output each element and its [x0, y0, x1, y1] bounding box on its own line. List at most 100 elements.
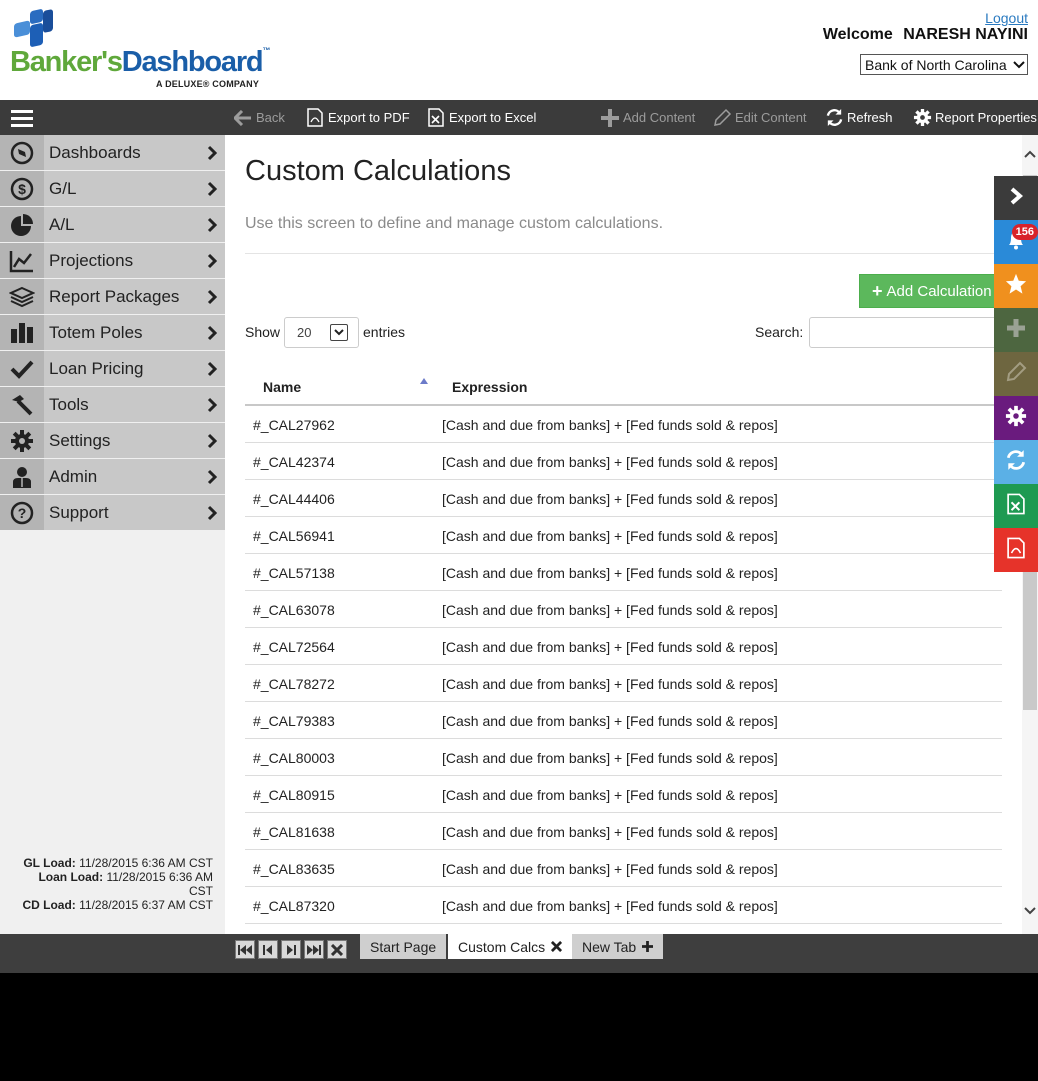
excel-file-icon [1007, 493, 1025, 520]
page-title: Custom Calculations [245, 155, 511, 187]
refresh-icon [1005, 449, 1027, 476]
export-excel-quick-button[interactable] [994, 484, 1038, 528]
chevron-right-icon [207, 289, 218, 305]
bank-select[interactable]: Bank of North Carolina [860, 54, 1028, 75]
refresh-icon [824, 108, 844, 128]
sort-ascending-icon[interactable] [420, 378, 428, 384]
chevron-right-icon [207, 505, 218, 521]
toolbar: Back Export to PDF Export to Excel Add C… [0, 100, 1038, 135]
sidebar-item-support[interactable]: ? Support [0, 495, 225, 530]
search-input[interactable] [809, 317, 1022, 348]
gear-icon [1005, 405, 1027, 432]
table-row[interactable]: #_CAL83635 [Cash and due from banks] + [F… [245, 850, 1002, 887]
arrow-left-icon [233, 108, 253, 128]
search-label: Search: [755, 324, 804, 340]
welcome-message: Welcome NARESH NAYINI [822, 26, 1028, 43]
table-row[interactable]: #_CAL80003 [Cash and due from banks] + [F… [245, 739, 1002, 776]
edit-content-button[interactable]: Edit Content [712, 100, 807, 135]
table-row[interactable]: #_CAL81638 [Cash and due from banks] + [F… [245, 813, 1002, 850]
main-content: Custom Calculations Use this screen to d… [225, 135, 1022, 934]
expand-panel-button[interactable] [994, 176, 1038, 220]
column-header-expression[interactable]: Expression [452, 379, 527, 395]
bank-select-value: Bank of North Carolina [865, 57, 1007, 73]
user-name: NARESH NAYINI [903, 26, 1028, 43]
chevron-right-icon [207, 397, 218, 413]
favorites-button[interactable] [994, 264, 1038, 308]
pencil-icon [1005, 361, 1027, 388]
settings-quick-button[interactable] [994, 396, 1038, 440]
chevron-right-icon [207, 145, 218, 161]
export-pdf-button[interactable]: Export to PDF [305, 100, 410, 135]
table-row[interactable]: #_CAL72564 [Cash and due from banks] + [F… [245, 628, 1002, 665]
table-row[interactable]: #_CAL80915 [Cash and due from banks] + [F… [245, 776, 1002, 813]
tab-custom-calcs[interactable]: Custom Calcs [448, 934, 573, 959]
table-row[interactable]: #_CAL79383 [Cash and due from banks] + [F… [245, 702, 1002, 739]
table-row[interactable]: #_CAL44406 [Cash and due from banks] + [F… [245, 480, 1002, 517]
table-row[interactable]: #_CAL57138 [Cash and due from banks] + [F… [245, 554, 1002, 591]
table-row[interactable]: #_CAL78272 [Cash and due from banks] + [F… [245, 665, 1002, 702]
sidebar-item-report-packages[interactable]: Report Packages [0, 279, 225, 314]
svg-text:?: ? [18, 505, 27, 521]
sidebar-item-totem-poles[interactable]: Totem Poles [0, 315, 225, 350]
sidebar-item-al[interactable]: A/L [0, 207, 225, 242]
scroll-down-icon[interactable] [1022, 904, 1038, 916]
add-content-quick-button[interactable] [994, 308, 1038, 352]
chevron-right-icon [207, 325, 218, 341]
tab-start-page[interactable]: Start Page [360, 934, 447, 959]
last-tab-icon[interactable] [304, 940, 324, 959]
logout-link[interactable]: Logout [985, 10, 1028, 26]
back-button[interactable]: Back [233, 100, 285, 135]
layers-icon [0, 279, 44, 314]
sidebar-item-loan-pricing[interactable]: Loan Pricing [0, 351, 225, 386]
sidebar-item-gl[interactable]: $ G/L [0, 171, 225, 206]
chevron-right-icon [207, 433, 218, 449]
bankers-dashboard-logo[interactable]: Banker'sDashboard™ A DELUXE® COMPANY [10, 8, 270, 92]
close-icon[interactable] [551, 939, 563, 955]
add-content-button[interactable]: Add Content [600, 100, 695, 135]
pie-chart-icon [0, 207, 44, 242]
question-icon: ? [0, 495, 44, 530]
plus-icon [1005, 317, 1027, 344]
sidebar-item-dashboards[interactable]: Dashboards [0, 135, 225, 170]
chevron-right-icon [207, 361, 218, 377]
export-excel-button[interactable]: Export to Excel [426, 100, 536, 135]
export-pdf-quick-button[interactable] [994, 528, 1038, 572]
column-header-name[interactable]: Name [263, 379, 301, 395]
plus-icon [600, 108, 620, 128]
table-row[interactable]: #_CAL56941 [Cash and due from banks] + [F… [245, 517, 1002, 554]
close-all-tabs-icon[interactable] [327, 940, 347, 959]
sidebar-item-settings[interactable]: Settings [0, 423, 225, 458]
sidebar-item-admin[interactable]: Admin [0, 459, 225, 494]
chevron-right-icon [207, 469, 218, 485]
table-row[interactable]: #_CAL42374 [Cash and due from banks] + [F… [245, 443, 1002, 480]
refresh-button[interactable]: Refresh [824, 100, 893, 135]
logo-mark-icon [12, 8, 54, 50]
dollar-icon: $ [0, 171, 44, 206]
table-row[interactable]: #_CAL87320 [Cash and due from banks] + [F… [245, 887, 1002, 924]
sidebar-item-tools[interactable]: Tools [0, 387, 225, 422]
refresh-quick-button[interactable] [994, 440, 1038, 484]
entries-label: entries [363, 324, 406, 340]
tab-new-tab[interactable]: New Tab [572, 934, 664, 959]
chevron-down-icon [1011, 58, 1027, 72]
hammer-icon [0, 387, 44, 422]
edit-content-quick-button[interactable] [994, 352, 1038, 396]
menu-icon[interactable] [11, 110, 33, 127]
sidebar: Dashboards $ G/L A/L Projections Report … [0, 135, 225, 934]
show-label: Show [245, 324, 281, 340]
next-tab-icon[interactable] [281, 940, 301, 959]
chevron-right-icon [1009, 186, 1024, 211]
table-row[interactable]: #_CAL27962 [Cash and due from banks] + [F… [245, 406, 1002, 443]
divider [245, 253, 1022, 254]
compass-icon [0, 135, 44, 170]
report-properties-button[interactable]: Report Properties [912, 100, 1037, 135]
entries-select[interactable]: 20 [284, 317, 359, 348]
line-chart-icon [0, 243, 44, 278]
scroll-up-icon[interactable] [1022, 147, 1038, 159]
logo-text: Banker'sDashboard™ [10, 46, 270, 78]
table-row[interactable]: #_CAL63078 [Cash and due from banks] + [F… [245, 591, 1002, 628]
first-tab-icon[interactable] [235, 940, 255, 959]
previous-tab-icon[interactable] [258, 940, 278, 959]
app-window: Banker'sDashboard™ A DELUXE® COMPANY Log… [0, 0, 1038, 973]
sidebar-item-projections[interactable]: Projections [0, 243, 225, 278]
